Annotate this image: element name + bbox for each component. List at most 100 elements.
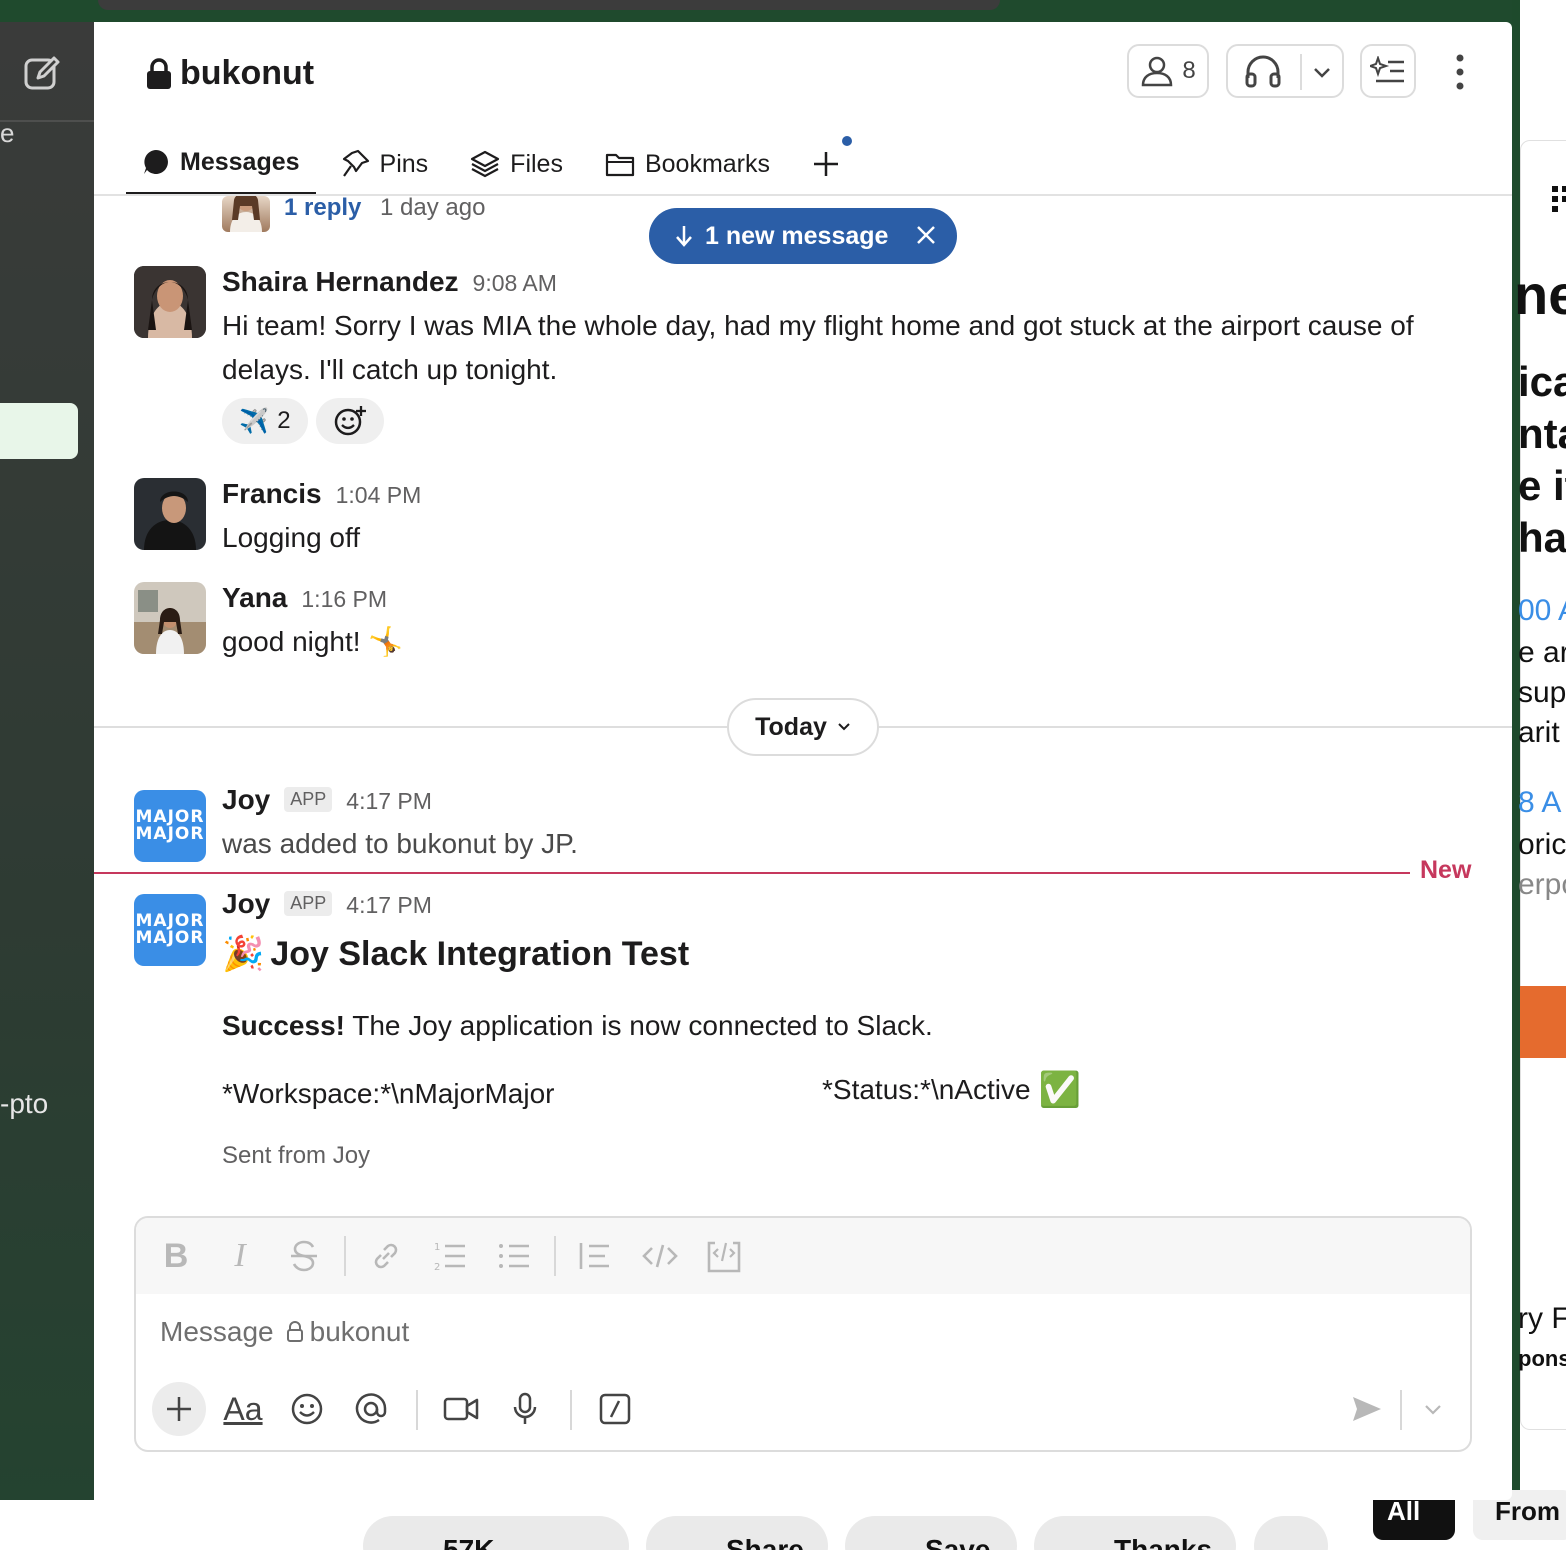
channel-tabs: Messages Pins Files Bookmarks — [126, 132, 882, 196]
tab-label: Messages — [180, 147, 300, 176]
blockquote-icon[interactable] — [576, 1238, 612, 1274]
bg-text: pons — [1518, 1346, 1566, 1371]
huddle-button[interactable] — [1226, 44, 1344, 98]
channel-summary-button[interactable] — [1360, 44, 1416, 98]
text-format-button[interactable]: Aa — [216, 1382, 270, 1436]
chevron-down-icon[interactable] — [1312, 62, 1332, 82]
composer-separator — [1400, 1390, 1402, 1430]
tab-files[interactable]: Files — [470, 132, 563, 196]
pin-icon — [342, 149, 370, 179]
bg-text: 00 A — [1518, 594, 1566, 627]
bg-like-count: 57K — [443, 1534, 495, 1550]
compose-icon[interactable] — [22, 54, 62, 94]
party-popper-emoji: 🎉 — [222, 935, 265, 973]
bg-share-pill: Share — [646, 1516, 828, 1550]
close-icon[interactable] — [913, 222, 939, 248]
app-avatar-logo[interactable]: MAJOR MAJOR — [134, 790, 206, 862]
add-tab-button[interactable] — [812, 132, 853, 196]
code-block-icon[interactable] — [706, 1238, 742, 1274]
bg-text: ry F — [1518, 1302, 1566, 1335]
sidebar-active-item[interactable] — [0, 403, 78, 459]
microphone-icon[interactable] — [498, 1382, 552, 1436]
attach-plus-button[interactable] — [152, 1382, 206, 1436]
block-header: 🎉 Joy Slack Integration Test — [222, 934, 689, 974]
new-message-banner[interactable]: 1 new message — [649, 208, 957, 264]
arrow-down-icon — [675, 224, 693, 248]
message-header: Joy APP 4:17 PM — [222, 784, 432, 816]
bold-icon[interactable]: B — [158, 1237, 194, 1275]
message-input[interactable]: Message bukonut — [160, 1316, 409, 1348]
success-line: Success! The Joy application is now conn… — [222, 1010, 933, 1042]
avatar[interactable] — [134, 266, 206, 338]
reaction-count: 2 — [277, 407, 291, 434]
bg-text: 8 A — [1518, 786, 1562, 819]
thread-reply-time: 1 day ago — [380, 194, 486, 221]
chevron-down-icon[interactable] — [1406, 1382, 1460, 1436]
new-messages-label: New — [1420, 856, 1472, 884]
italic-icon[interactable]: I — [222, 1237, 258, 1274]
sidebar-channel-fragment[interactable]: -pto — [0, 1088, 48, 1120]
add-reaction-button[interactable] — [316, 398, 384, 444]
author-name[interactable]: Yana — [222, 582, 287, 614]
bg-text: e ar — [1518, 636, 1566, 669]
channel-name: bukonut — [180, 54, 315, 92]
timestamp[interactable]: 4:17 PM — [346, 788, 432, 815]
check-mark-emoji: ✅ — [1038, 1071, 1081, 1109]
tab-label: Pins — [379, 149, 429, 178]
bullet-list-icon[interactable] — [496, 1238, 532, 1274]
link-icon[interactable] — [368, 1238, 404, 1274]
author-name[interactable]: Shaira Hernandez — [222, 266, 459, 298]
bg-text: arit — [1518, 716, 1560, 749]
mention-icon[interactable] — [344, 1382, 398, 1436]
composer-separator — [570, 1390, 572, 1430]
timestamp[interactable]: 4:17 PM — [346, 892, 432, 919]
tab-bookmarks[interactable]: Bookmarks — [605, 132, 770, 196]
bg-more-label: ... — [1278, 1534, 1302, 1550]
ordered-list-icon[interactable]: 12 — [432, 1238, 468, 1274]
bg-like-pill: 57K — [363, 1516, 629, 1550]
timestamp[interactable]: 1:04 PM — [336, 482, 422, 509]
app-avatar-logo[interactable]: MAJOR MAJOR — [134, 894, 206, 966]
video-icon[interactable] — [434, 1382, 488, 1436]
reaction-airplane[interactable]: ✈️ 2 — [222, 398, 308, 444]
sidebar-channel-fragment[interactable]: e — [0, 118, 14, 149]
emoji-icon[interactable] — [280, 1382, 334, 1436]
bg-text: ne — [1514, 263, 1566, 326]
desktop-background — [0, 0, 1566, 22]
logo-text-line: MAJOR — [135, 824, 205, 844]
tab-messages[interactable]: Messages — [126, 132, 316, 196]
send-icon[interactable] — [1340, 1382, 1394, 1436]
avatar[interactable] — [134, 582, 206, 654]
folder-icon — [605, 151, 635, 177]
plus-icon — [812, 150, 840, 178]
slash-command-icon[interactable] — [588, 1382, 642, 1436]
author-name[interactable]: Joy — [222, 784, 270, 816]
timestamp[interactable]: 1:16 PM — [301, 586, 387, 613]
bg-share-label: Share — [726, 1534, 804, 1550]
person-icon — [1140, 54, 1174, 88]
notification-dot — [842, 136, 853, 146]
members-button[interactable]: 8 — [1127, 44, 1209, 98]
background-card — [1520, 140, 1566, 1430]
message-footer: Sent from Joy — [222, 1142, 371, 1169]
author-name[interactable]: Francis — [222, 478, 322, 510]
bg-text: har — [1518, 514, 1566, 561]
date-divider-button[interactable]: Today — [727, 698, 879, 756]
avatar[interactable] — [134, 478, 206, 550]
tab-pins[interactable]: Pins — [342, 132, 429, 196]
timestamp[interactable]: 9:08 AM — [473, 270, 557, 297]
author-name[interactable]: Joy — [222, 888, 270, 920]
channel-title[interactable]: bukonut — [146, 54, 314, 93]
thread-reply-link[interactable]: 1 reply — [284, 194, 361, 222]
grid-icon — [1552, 186, 1566, 214]
success-bold-text: Success! — [222, 1010, 345, 1041]
date-divider-label: Today — [755, 712, 827, 741]
new-messages-divider — [94, 872, 1410, 874]
code-icon[interactable] — [642, 1238, 678, 1274]
status-field: *Status:*\nActive ✅ — [822, 1070, 1081, 1110]
block-title: Joy Slack Integration Test — [270, 934, 690, 973]
message-header: Yana 1:16 PM — [222, 582, 387, 614]
composer-separator — [416, 1390, 418, 1430]
more-options-icon[interactable] — [1450, 54, 1470, 90]
strikethrough-icon[interactable] — [286, 1238, 322, 1274]
